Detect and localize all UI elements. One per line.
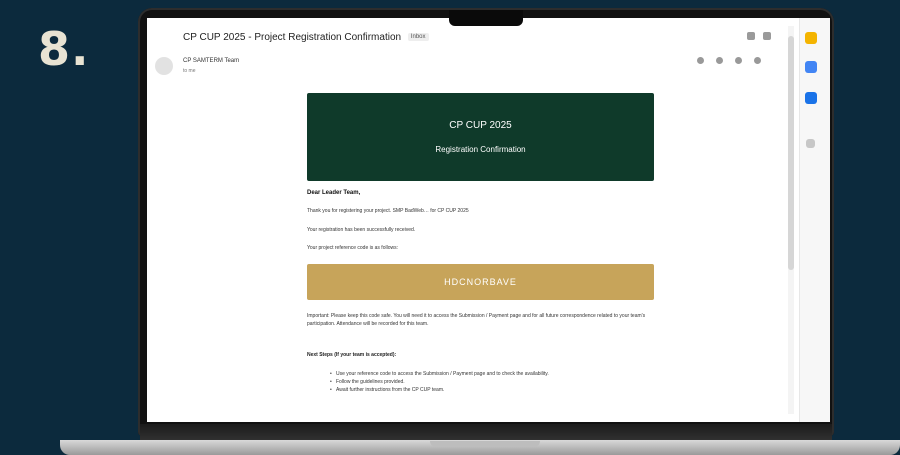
recipient-line[interactable]: to me — [183, 68, 196, 74]
sender-name-text: CP SAMTERM Team — [183, 58, 240, 64]
emoji-icon[interactable] — [716, 57, 723, 64]
next-steps-title: Next Steps (If your team is accepted): — [307, 352, 397, 358]
confirmation-banner: CP CUP 2025 Registration Confirmation — [307, 93, 654, 181]
reference-intro-line: Your project reference code is as follow… — [307, 245, 398, 251]
list-item: Follow the guidelines provided. — [330, 378, 549, 386]
next-steps-list: Use your reference code to access the Su… — [330, 370, 549, 394]
email-card: CP CUP 2025 Registration Confirmation — [307, 93, 654, 181]
sender-name: CP SAMTERM Team — [183, 58, 242, 64]
banner-title: CP CUP 2025 — [449, 120, 512, 131]
step-number: 8. — [38, 22, 90, 76]
open-new-window-icon[interactable] — [763, 32, 771, 40]
inbox-label[interactable]: Inbox — [407, 33, 429, 42]
email-actions — [697, 57, 761, 64]
avatar — [155, 57, 173, 75]
reference-code-box: HDCNORBAVE — [307, 264, 654, 300]
tasks-icon[interactable] — [805, 92, 817, 104]
list-item: Use your reference code to access the Su… — [330, 370, 549, 378]
subject-toolbar — [747, 32, 771, 40]
important-note: Important: Please keep this code safe. Y… — [307, 313, 646, 327]
subject-text: CP CUP 2025 - Project Registration Confi… — [183, 32, 402, 43]
thank-you-line: Thank you for registering your project. … — [307, 208, 469, 214]
list-item: Await further instructions from the CP C… — [330, 386, 549, 394]
laptop-base-notch — [430, 441, 540, 447]
add-icon[interactable] — [806, 139, 815, 148]
email-subject: CP CUP 2025 - Project Registration Confi… — [183, 32, 429, 43]
scrollbar-thumb[interactable] — [788, 36, 794, 270]
right-sidebar — [799, 18, 830, 422]
received-line: Your registration has been successfully … — [307, 227, 416, 233]
reference-code: HDCNORBAVE — [444, 277, 517, 287]
reply-icon[interactable] — [735, 57, 742, 64]
star-icon[interactable] — [697, 57, 704, 64]
more-options-icon[interactable] — [754, 57, 761, 64]
print-icon[interactable] — [747, 32, 755, 40]
greeting: Dear Leader Team, — [307, 190, 361, 196]
camera-notch — [449, 10, 523, 26]
calendar-icon[interactable] — [805, 32, 817, 44]
email-screen: CP CUP 2025 - Project Registration Confi… — [147, 18, 830, 422]
banner-subtitle: Registration Confirmation — [435, 145, 526, 154]
keep-icon[interactable] — [805, 61, 817, 73]
